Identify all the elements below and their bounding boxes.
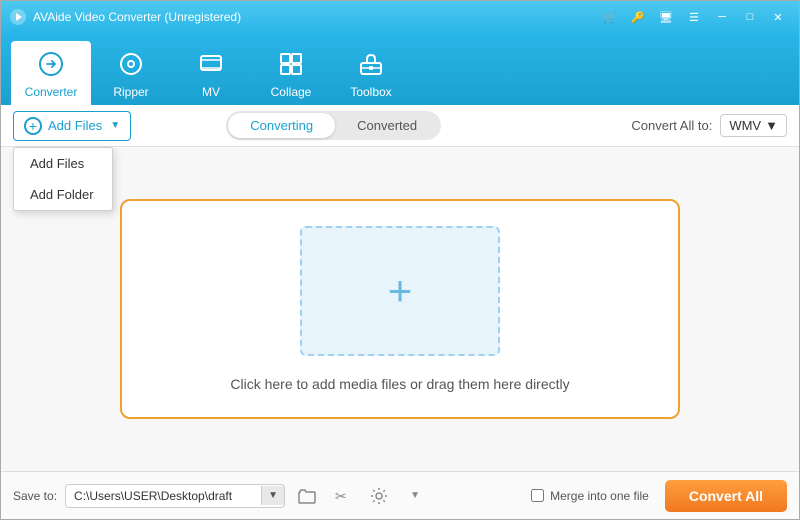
main-content: + Click here to add media files or drag … [1, 147, 799, 471]
nav-bar: Converter Ripper MV [1, 33, 799, 105]
format-select[interactable]: WMV ▼ [720, 114, 787, 137]
merge-check-group: Merge into one file [531, 489, 649, 503]
toolbar-row: + Add Files ▼ Add Files Add Folder Conve… [1, 105, 799, 147]
convert-all-to-label: Convert All to: [631, 118, 712, 133]
format-dropdown-arrow: ▼ [765, 118, 778, 133]
open-folder-button[interactable] [293, 482, 321, 510]
collage-icon [278, 51, 304, 81]
monitor-icon[interactable]: 🖥 [653, 7, 679, 27]
add-files-label: Add Files [48, 118, 102, 133]
inner-drop-area[interactable]: + [300, 226, 500, 356]
save-to-label: Save to: [13, 489, 57, 503]
dropdown-add-files[interactable]: Add Files [14, 148, 112, 179]
merge-label[interactable]: Merge into one file [550, 489, 649, 503]
tab-group: Converting Converted [226, 111, 441, 140]
menu-icon[interactable]: ☰ [681, 7, 707, 27]
collage-label: Collage [271, 85, 312, 99]
tab-converting[interactable]: Converting [228, 113, 335, 138]
add-files-button[interactable]: + Add Files ▼ [13, 111, 131, 141]
drop-zone[interactable]: + Click here to add media files or drag … [120, 199, 680, 419]
close-button[interactable]: ✕ [765, 7, 791, 27]
selected-format: WMV [729, 118, 761, 133]
nav-item-toolbox[interactable]: Toolbox [331, 41, 411, 105]
tab-converted[interactable]: Converted [335, 113, 439, 138]
mv-label: MV [202, 85, 220, 99]
converter-label: Converter [25, 85, 78, 99]
svg-text:✂: ✂ [335, 488, 347, 504]
cart-icon[interactable]: 🛒 [597, 7, 623, 27]
title-bar: AVAide Video Converter (Unregistered) 🛒 … [1, 1, 799, 33]
footer: Save to: ▼ ✂ ▼ Merge into one file Conve… [1, 471, 799, 519]
nav-item-ripper[interactable]: Ripper [91, 41, 171, 105]
mv-icon [198, 51, 224, 81]
ripper-label: Ripper [113, 85, 148, 99]
maximize-button[interactable]: □ [737, 7, 763, 27]
app-logo-icon [9, 8, 27, 26]
ripper-icon [118, 51, 144, 81]
toolbox-label: Toolbox [350, 85, 391, 99]
minimize-button[interactable]: ─ [709, 7, 735, 27]
add-files-dropdown: Add Files Add Folder [13, 147, 113, 211]
nav-item-mv[interactable]: MV [171, 41, 251, 105]
nav-item-converter[interactable]: Converter [11, 41, 91, 105]
save-path-input[interactable] [66, 485, 261, 507]
dropdown-add-folder[interactable]: Add Folder [14, 179, 112, 210]
settings-dropdown-button[interactable]: ▼ [401, 482, 429, 510]
converter-icon [38, 51, 64, 81]
key-icon[interactable]: 🔑 [625, 7, 651, 27]
drop-zone-text: Click here to add media files or drag th… [230, 376, 569, 392]
title-bar-text: AVAide Video Converter (Unregistered) [33, 10, 597, 24]
convert-all-button[interactable]: Convert All [665, 480, 787, 512]
cut-icon-button[interactable]: ✂ [329, 482, 357, 510]
nav-item-collage[interactable]: Collage [251, 41, 331, 105]
settings-icon-button[interactable] [365, 482, 393, 510]
toolbox-icon [358, 51, 384, 81]
add-media-plus-icon: + [388, 270, 413, 312]
dropdown-arrow-icon: ▼ [110, 120, 120, 131]
title-bar-controls: 🛒 🔑 🖥 ☰ ─ □ ✕ [597, 7, 791, 27]
save-path-input-wrap: ▼ [65, 484, 285, 508]
path-dropdown-button[interactable]: ▼ [261, 486, 284, 505]
convert-all-to-group: Convert All to: WMV ▼ [631, 114, 787, 137]
merge-checkbox[interactable] [531, 489, 544, 502]
plus-circle-icon: + [24, 117, 42, 135]
